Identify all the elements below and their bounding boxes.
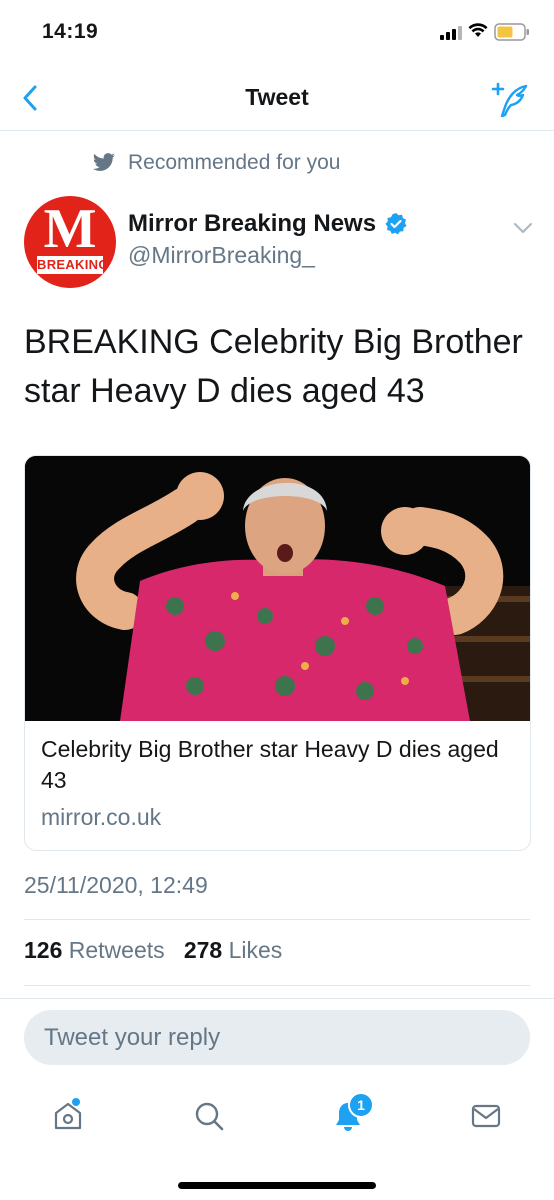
status-time: 14:19 bbox=[42, 20, 99, 43]
verified-badge-icon bbox=[385, 213, 407, 235]
compose-tweet-icon bbox=[491, 82, 528, 118]
tab-messages[interactable] bbox=[462, 1092, 510, 1140]
divider bbox=[24, 919, 530, 920]
home-icon bbox=[54, 1102, 82, 1130]
divider bbox=[24, 985, 530, 986]
tweet-timestamp: 25/11/2020, 12:49 bbox=[24, 872, 208, 898]
recommended-label: Recommended for you bbox=[92, 148, 340, 178]
link-card[interactable]: Celebrity Big Brother star Heavy D dies … bbox=[24, 455, 531, 851]
tab-search[interactable] bbox=[185, 1092, 233, 1140]
compose-tweet-button[interactable] bbox=[490, 80, 530, 120]
tab-notifications[interactable]: 1 bbox=[324, 1092, 374, 1140]
page-title: Tweet bbox=[245, 84, 309, 110]
recommended-text: Recommended for you bbox=[128, 151, 341, 174]
card-title: Celebrity Big Brother star Heavy D dies … bbox=[41, 736, 499, 793]
tweet-stats: 126 Retweets 278 Likes bbox=[24, 937, 282, 964]
avatar[interactable]: M BREAKING bbox=[24, 196, 116, 288]
author-name[interactable]: Mirror Breaking News bbox=[128, 210, 408, 238]
tweet-text: BREAKING Celebrity Big Brother star Heav… bbox=[24, 323, 523, 410]
likes-count: 278 bbox=[183, 937, 223, 963]
home-indicator bbox=[178, 1182, 376, 1189]
chevron-down-icon[interactable] bbox=[510, 218, 536, 238]
avatar-breaking-label: BREAKING bbox=[37, 256, 109, 274]
home-notification-dot bbox=[72, 1098, 80, 1106]
reply-input[interactable]: Tweet your reply bbox=[24, 1010, 530, 1065]
avatar-letter: M bbox=[43, 198, 97, 260]
battery-icon bbox=[494, 23, 529, 41]
mail-icon bbox=[471, 1104, 501, 1128]
twitter-bird-icon bbox=[93, 153, 115, 171]
author-handle[interactable]: @MirrorBreaking_ bbox=[128, 242, 315, 269]
author-name-text: Mirror Breaking News bbox=[128, 210, 377, 237]
divider bbox=[0, 998, 554, 999]
card-image bbox=[25, 456, 530, 721]
tab-home[interactable] bbox=[44, 1092, 92, 1140]
notification-badge: 1 bbox=[348, 1092, 374, 1118]
card-domain: mirror.co.uk bbox=[41, 804, 162, 830]
retweets-label: Retweets bbox=[68, 937, 165, 963]
cellular-signal-icon bbox=[440, 26, 462, 40]
likes-link[interactable]: 278 Likes bbox=[184, 937, 282, 963]
tab-bar: 1 bbox=[0, 1080, 554, 1150]
likes-label: Likes bbox=[228, 937, 283, 963]
retweets-count: 126 bbox=[24, 937, 63, 963]
wifi-icon bbox=[468, 23, 488, 37]
search-icon bbox=[195, 1102, 224, 1131]
retweets-link[interactable]: 126 Retweets bbox=[24, 937, 165, 963]
